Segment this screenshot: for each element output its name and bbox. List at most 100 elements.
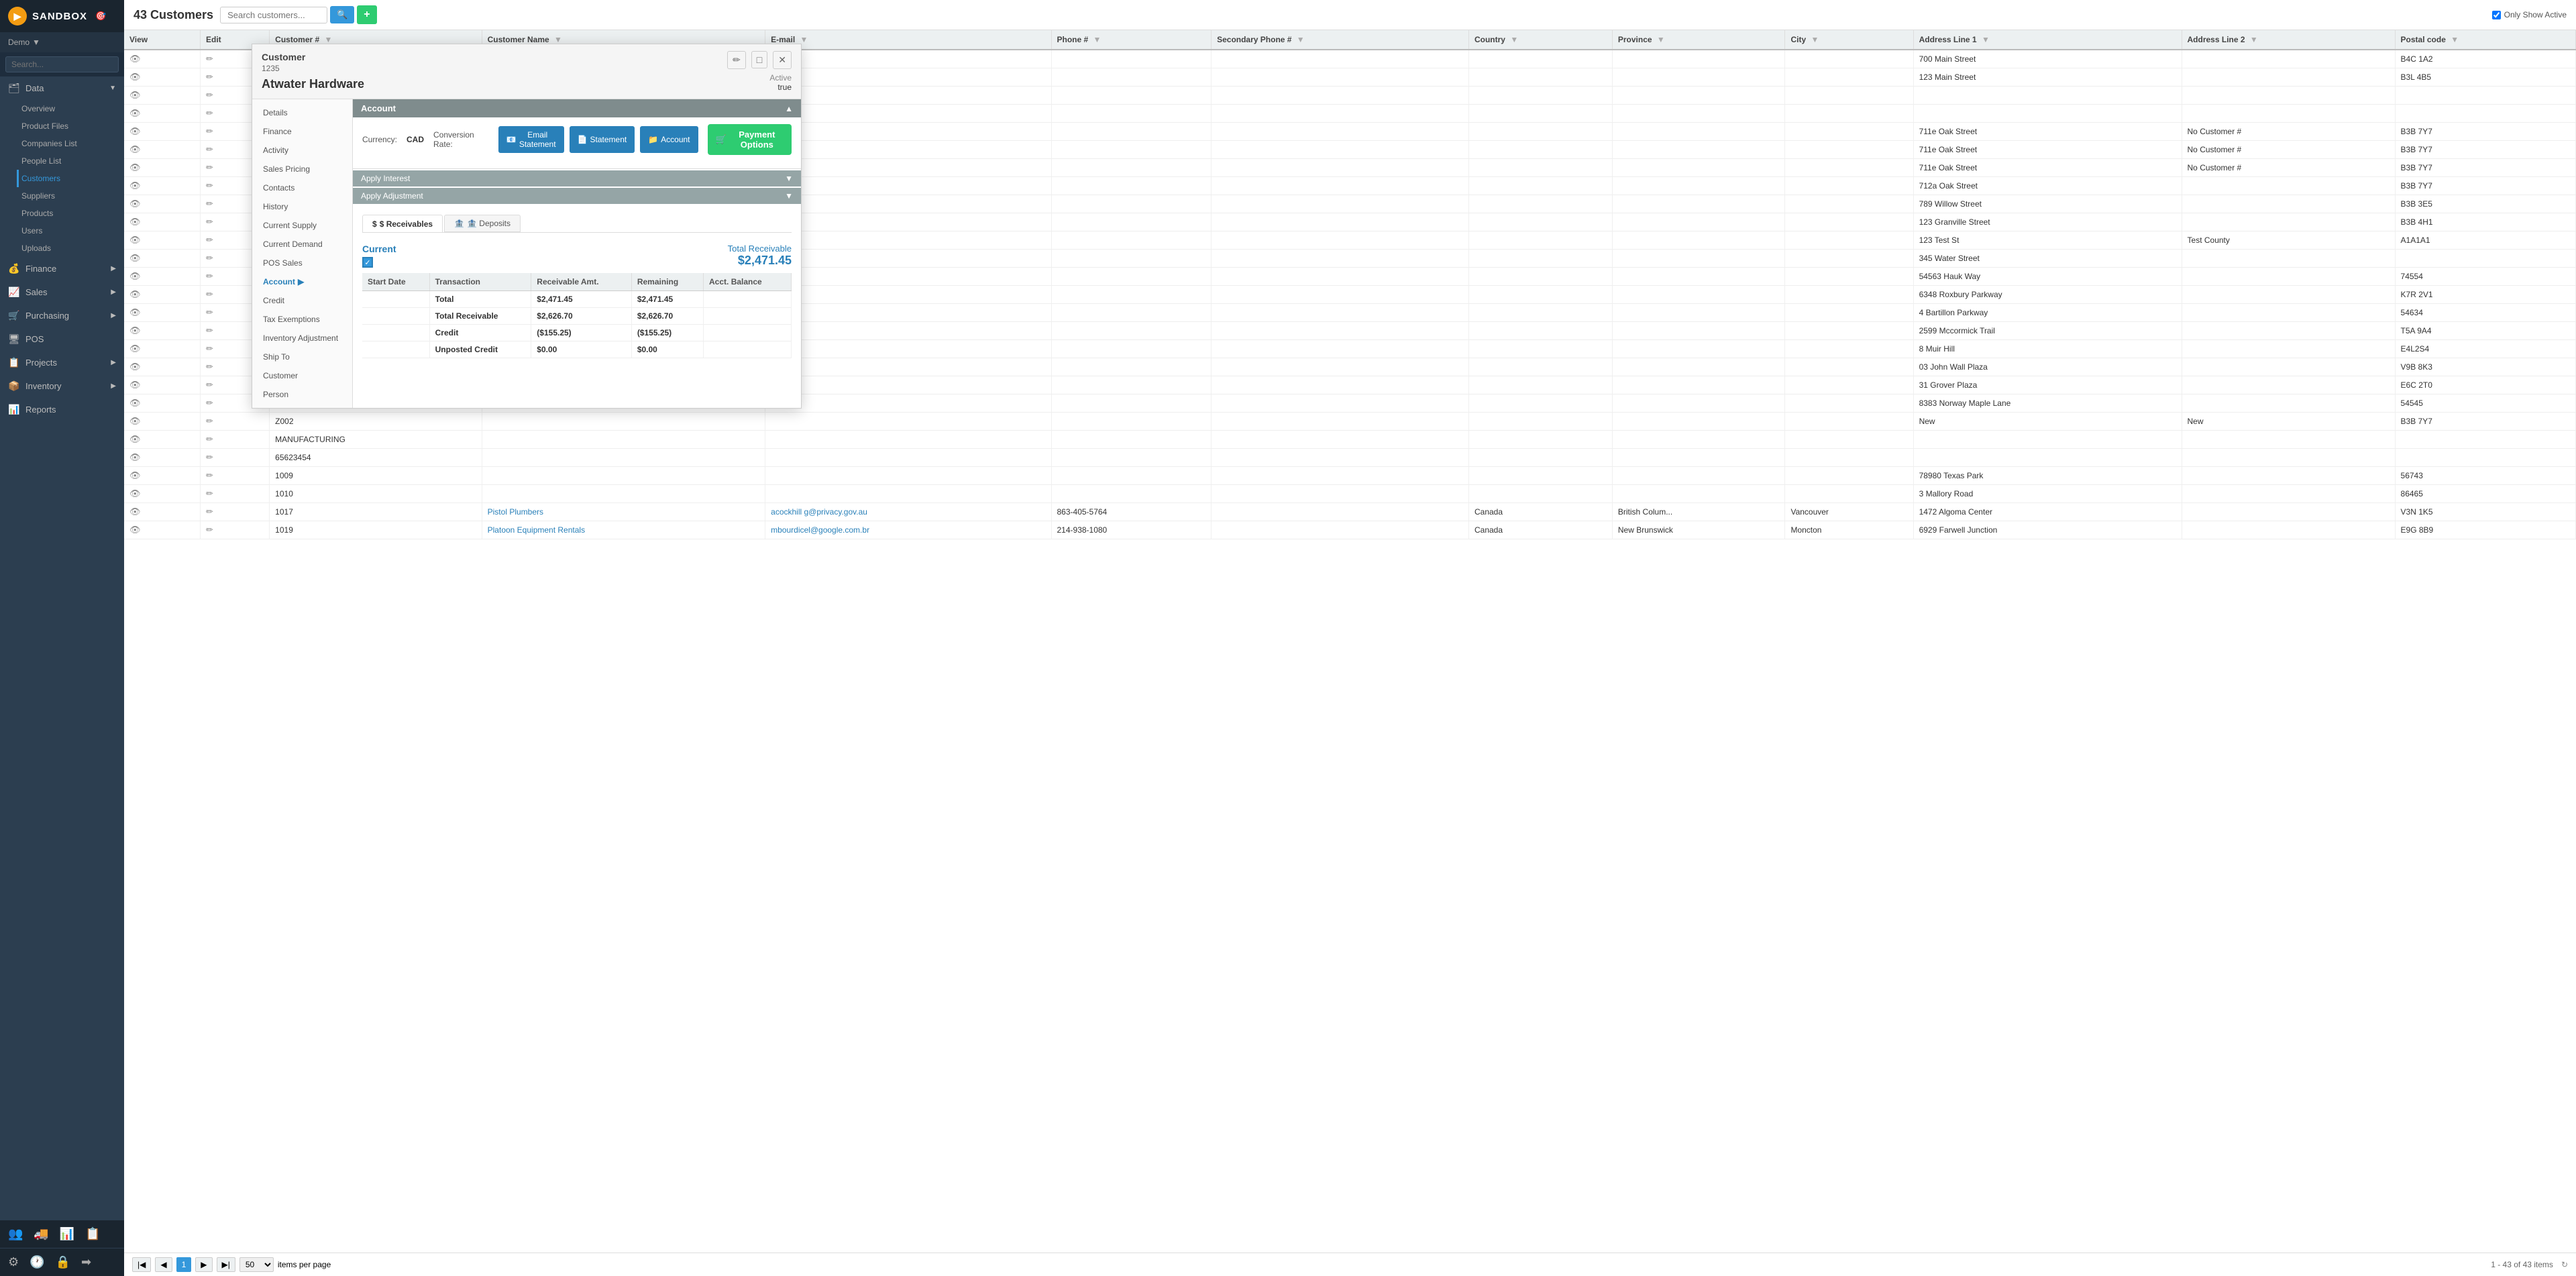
filter-city[interactable]: ▼ <box>1811 35 1819 44</box>
edit-icon[interactable]: ✏ <box>206 72 213 82</box>
edit-icon[interactable]: ✏ <box>206 362 213 372</box>
nav-current-supply[interactable]: Current Supply <box>252 216 352 235</box>
deposits-tab[interactable]: 🏦 🏦 Deposits <box>444 215 521 232</box>
customer-name-link[interactable]: Pistol Plumbers <box>488 507 543 517</box>
sidebar-item-products[interactable]: Products <box>21 205 124 222</box>
last-page-button[interactable]: ▶| <box>217 1257 235 1272</box>
filter-postal[interactable]: ▼ <box>2451 35 2459 44</box>
payment-options-button[interactable]: 🛒 Payment Options <box>708 124 792 155</box>
view-icon[interactable]: 👁 <box>129 235 141 245</box>
edit-icon[interactable]: ✏ <box>206 343 213 354</box>
apply-adjustment-section[interactable]: Apply Adjustment ▼ <box>353 188 801 204</box>
email-link[interactable]: acockhill g@privacy.gov.au <box>771 507 867 517</box>
edit-icon[interactable]: ✏ <box>206 325 213 335</box>
sidebar-item-companies-list[interactable]: Companies List <box>21 135 124 152</box>
sidebar-item-pos[interactable]: 🖥 POS <box>0 327 124 351</box>
sidebar-item-sales[interactable]: 📈 Sales ▶ <box>0 280 124 304</box>
view-icon[interactable]: 👁 <box>129 470 141 480</box>
view-icon[interactable]: 👁 <box>129 452 141 462</box>
nav-current-demand[interactable]: Current Demand <box>252 235 352 254</box>
next-page-button[interactable]: ▶ <box>195 1257 212 1272</box>
only-active-checkbox[interactable] <box>2492 11 2501 19</box>
view-icon[interactable]: 👁 <box>129 126 141 136</box>
view-icon[interactable]: 👁 <box>129 108 141 118</box>
current-checkbox[interactable]: ✓ <box>362 257 373 268</box>
edit-icon[interactable]: ✏ <box>206 507 213 517</box>
refresh-icon[interactable]: ↻ <box>2561 1260 2568 1269</box>
view-icon[interactable]: 👁 <box>129 525 141 535</box>
view-icon[interactable]: 👁 <box>129 180 141 191</box>
view-icon[interactable]: 👁 <box>129 162 141 172</box>
email-statement-button[interactable]: 📧 Email Statement <box>498 126 564 153</box>
receivables-tab[interactable]: $ $ Receivables <box>362 215 443 232</box>
sidebar-item-suppliers[interactable]: Suppliers <box>21 187 124 205</box>
sidebar-item-overview[interactable]: Overview <box>21 100 124 117</box>
edit-icon[interactable]: ✏ <box>206 199 213 209</box>
view-icon[interactable]: 👁 <box>129 507 141 517</box>
view-icon[interactable]: 👁 <box>129 253 141 263</box>
nav-tax-exemptions[interactable]: Tax Exemptions <box>252 310 352 329</box>
search-input[interactable] <box>220 7 327 23</box>
edit-icon[interactable]: ✏ <box>206 488 213 498</box>
nav-finance[interactable]: Finance <box>252 122 352 141</box>
view-icon[interactable]: 👁 <box>129 434 141 444</box>
add-customer-button[interactable]: + <box>357 5 376 24</box>
truck-footer-icon[interactable]: 🚚 <box>31 1224 51 1244</box>
edit-icon[interactable]: ✏ <box>206 217 213 227</box>
sidebar-item-uploads[interactable]: Uploads <box>21 240 124 257</box>
view-icon[interactable]: 👁 <box>129 72 141 82</box>
nav-contacts[interactable]: Contacts <box>252 178 352 197</box>
nav-person[interactable]: Person <box>252 385 352 404</box>
demo-selector[interactable]: Demo ▼ <box>0 32 124 52</box>
statement-button[interactable]: 📄 Statement <box>570 126 635 153</box>
clock-icon[interactable]: 🕐 <box>27 1253 47 1272</box>
nav-sales-pricing[interactable]: Sales Pricing <box>252 160 352 178</box>
search-button[interactable]: 🔍 <box>330 6 354 23</box>
nav-credit[interactable]: Credit <box>252 291 352 310</box>
filter-province[interactable]: ▼ <box>1657 35 1665 44</box>
view-icon[interactable]: 👁 <box>129 271 141 281</box>
edit-icon[interactable]: ✏ <box>206 162 213 172</box>
settings-icon[interactable]: ⚙ <box>5 1253 21 1272</box>
view-icon[interactable]: 👁 <box>129 289 141 299</box>
nav-customer[interactable]: Customer <box>252 366 352 385</box>
edit-icon[interactable]: ✏ <box>206 126 213 136</box>
edit-icon[interactable]: ✏ <box>206 108 213 118</box>
email-link[interactable]: mbourdicel@google.com.br <box>771 525 869 535</box>
view-icon[interactable]: 👁 <box>129 90 141 100</box>
sidebar-item-people-list[interactable]: People List <box>21 152 124 170</box>
edit-icon[interactable]: ✏ <box>206 289 213 299</box>
prev-page-button[interactable]: ◀ <box>155 1257 172 1272</box>
filter-phone[interactable]: ▼ <box>1093 35 1102 44</box>
view-icon[interactable]: 👁 <box>129 217 141 227</box>
view-icon[interactable]: 👁 <box>129 199 141 209</box>
filter-sec-phone[interactable]: ▼ <box>1297 35 1305 44</box>
doc-footer-icon[interactable]: 📋 <box>83 1224 103 1244</box>
edit-icon[interactable]: ✏ <box>206 235 213 245</box>
edit-icon[interactable]: ✏ <box>206 271 213 281</box>
edit-icon[interactable]: ✏ <box>206 253 213 263</box>
view-icon[interactable]: 👁 <box>129 144 141 154</box>
sidebar-item-data[interactable]: 🗂 Data ▼ <box>0 76 124 100</box>
edit-icon[interactable]: ✏ <box>206 434 213 444</box>
edit-icon[interactable]: ✏ <box>206 452 213 462</box>
edit-icon[interactable]: ✏ <box>206 398 213 408</box>
sidebar-item-users[interactable]: Users <box>21 222 124 240</box>
per-page-select[interactable]: 50 100 200 <box>239 1257 274 1272</box>
edit-icon[interactable]: ✏ <box>206 144 213 154</box>
edit-icon[interactable]: ✏ <box>206 470 213 480</box>
nav-details[interactable]: Details <box>252 103 352 122</box>
sidebar-item-purchasing[interactable]: 🛒 Purchasing ▶ <box>0 304 124 327</box>
edit-icon[interactable]: ✏ <box>206 307 213 317</box>
nav-inventory-adjustment[interactable]: Inventory Adjustment <box>252 329 352 348</box>
customer-name-link[interactable]: Platoon Equipment Rentals <box>488 525 585 535</box>
nav-history[interactable]: History <box>252 197 352 216</box>
view-icon[interactable]: 👁 <box>129 343 141 354</box>
first-page-button[interactable]: |◀ <box>132 1257 151 1272</box>
sidebar-item-inventory[interactable]: 📦 Inventory ▶ <box>0 374 124 398</box>
chart-footer-icon[interactable]: 📊 <box>57 1224 77 1244</box>
filter-addr2[interactable]: ▼ <box>2250 35 2258 44</box>
edit-icon[interactable]: ✏ <box>206 416 213 426</box>
sidebar-search-input[interactable] <box>5 56 119 72</box>
view-icon[interactable]: 👁 <box>129 380 141 390</box>
